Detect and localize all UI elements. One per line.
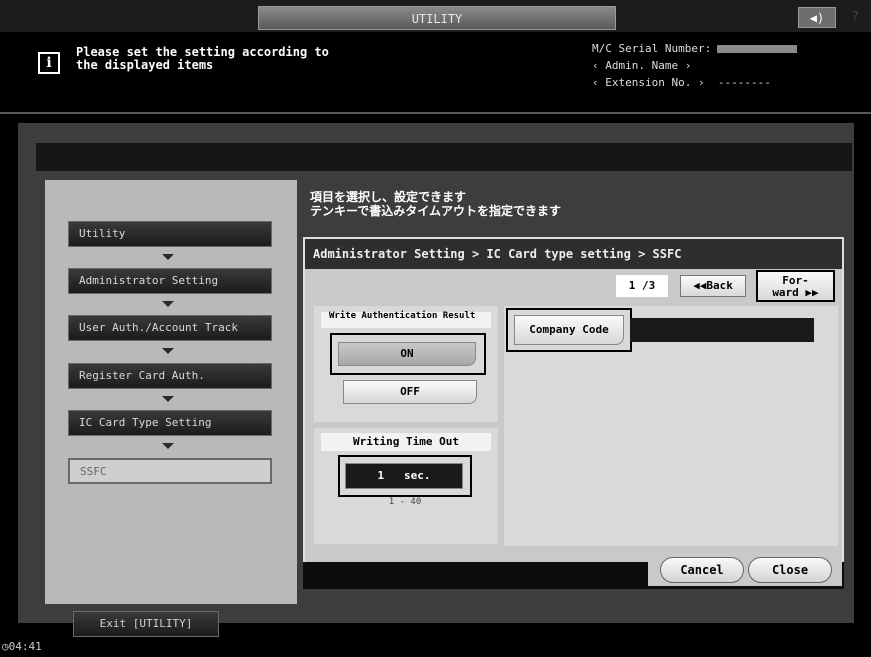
clock: ◷04:41 — [2, 640, 42, 653]
nav-arrow-icon — [162, 396, 174, 402]
nav-item-ic-card-type-setting[interactable]: IC Card Type Setting — [68, 410, 272, 436]
off-button[interactable]: OFF — [343, 380, 477, 404]
extension-label: ‹ Extension No. › — [592, 76, 705, 89]
serial-number-redacted — [717, 45, 798, 53]
extension-value: -------- — [717, 76, 771, 89]
breadcrumb: Administrator Setting > IC Card type set… — [305, 239, 842, 269]
exit-utility-button[interactable]: Exit [UTILITY] — [73, 611, 219, 637]
forward-button[interactable]: For- ward ▶▶ — [756, 270, 835, 302]
nav-arrow-icon — [162, 254, 174, 260]
timeout-label: Writing Time Out — [321, 433, 491, 451]
timeout-unit: sec. — [404, 469, 431, 482]
frame-header — [36, 143, 852, 171]
page-indicator: 1 /3 — [616, 275, 668, 297]
serial-label: M/C Serial Number: — [592, 42, 712, 55]
close-button[interactable]: Close — [748, 557, 832, 583]
nav-arrow-icon — [162, 301, 174, 307]
timeout-value: 1 — [377, 469, 385, 482]
status-message: Please set the setting according to the … — [76, 45, 329, 72]
speaker-icon[interactable]: ◀) — [798, 7, 836, 28]
admin-name: ‹ Admin. Name › — [592, 59, 692, 72]
window-title: UTILITY — [258, 6, 616, 30]
machine-info: M/C Serial Number: ‹ Admin. Name › ‹ Ext… — [592, 40, 867, 91]
back-button[interactable]: ◀◀Back — [680, 275, 746, 297]
clock-icon: ◷ — [2, 640, 9, 653]
write-auth-label: Write Authentication Result — [321, 312, 491, 328]
nav-item-administrator-setting[interactable]: Administrator Setting — [68, 268, 272, 294]
timeout-value-field[interactable]: 1 sec. — [345, 463, 463, 489]
cancel-button[interactable]: Cancel — [660, 557, 744, 583]
nav-arrow-icon — [162, 443, 174, 449]
nav-item-user-auth[interactable]: User Auth./Account Track — [68, 315, 272, 341]
nav-item-ssfc[interactable]: SSFC — [68, 458, 272, 484]
help-icon[interactable]: ? — [844, 7, 866, 28]
nav-item-register-card-auth[interactable]: Register Card Auth. — [68, 363, 272, 389]
company-code-button[interactable]: Company Code — [514, 315, 624, 345]
info-icon: i — [38, 52, 60, 74]
company-code-field[interactable] — [630, 318, 814, 342]
instruction-text: 項目を選択し、設定できます テンキーで書込みタイムアウトを指定できます — [310, 190, 562, 218]
nav-item-utility[interactable]: Utility — [68, 221, 272, 247]
timeout-range: 1 - 40 — [388, 497, 422, 507]
clock-time: 04:41 — [8, 640, 42, 653]
on-button[interactable]: ON — [338, 342, 476, 366]
nav-arrow-icon — [162, 348, 174, 354]
